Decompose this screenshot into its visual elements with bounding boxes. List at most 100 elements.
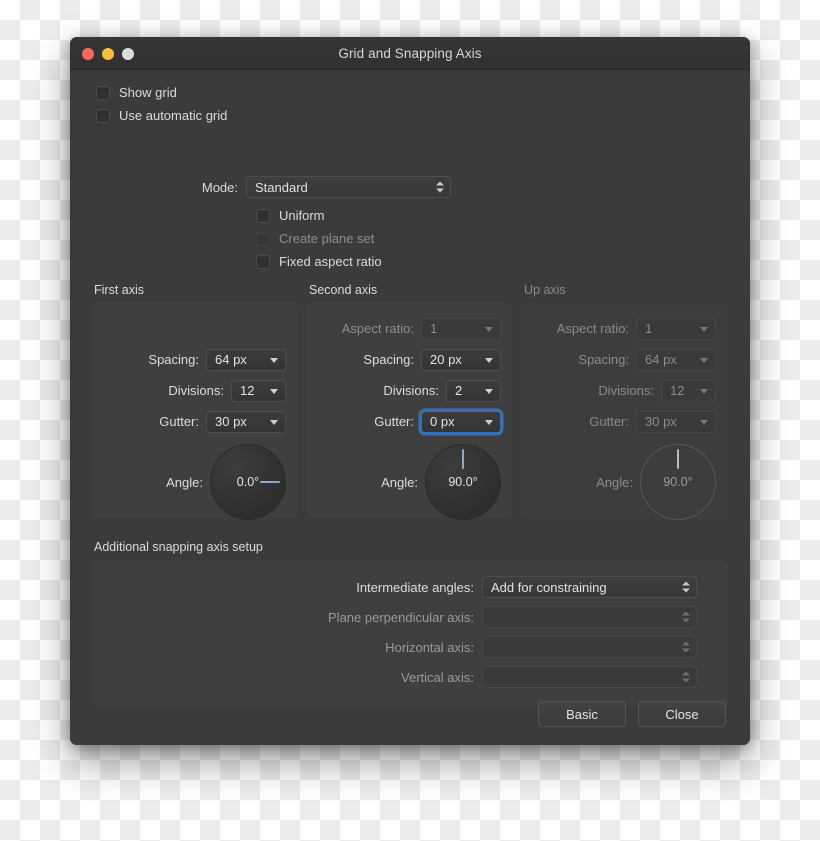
chevron-up-icon (682, 581, 690, 586)
stepper-arrows-icon[interactable] (436, 181, 444, 193)
first-divisions-row: Divisions: 12 (92, 375, 297, 406)
field-label: Angle: (381, 474, 418, 490)
chevron-down-icon[interactable] (270, 388, 278, 394)
basic-button[interactable]: Basic (538, 701, 626, 727)
checkbox-fixed-aspect-ratio[interactable]: Fixed aspect ratio (256, 250, 382, 273)
minimize-icon[interactable] (102, 48, 114, 60)
second-spacing-row: Spacing: 20 px (307, 344, 512, 375)
stepper-arrows-icon[interactable] (682, 671, 690, 683)
checkbox-label: Uniform (279, 208, 325, 223)
mode-select-value: Standard (255, 179, 308, 195)
second-divisions-select[interactable]: 2 (446, 379, 501, 402)
close-icon[interactable] (82, 48, 94, 60)
checkbox-create-plane-set: Create plane set (256, 227, 382, 250)
plane-perpendicular-axis-select[interactable] (482, 606, 697, 628)
chevron-down-icon[interactable] (270, 357, 278, 363)
select-value: 30 px (645, 414, 677, 429)
vertical-axis-row: Vertical axis: (92, 662, 728, 692)
checkbox-label: Create plane set (279, 231, 375, 246)
checkbox-label: Fixed aspect ratio (279, 254, 382, 269)
chevron-down-icon (700, 419, 708, 425)
second-angle-dial[interactable]: 90.0° (425, 444, 501, 520)
dial-value: 90.0° (448, 475, 478, 489)
second-gutter-select[interactable]: 0 px (421, 410, 501, 433)
field-label: Spacing: (363, 352, 414, 367)
axis-columns: First axis Aspect ratio: 1 Spacing: 64 p… (92, 283, 728, 520)
axis-group-title: First axis (94, 283, 144, 297)
checkbox-show-grid[interactable]: Show grid (96, 81, 227, 104)
checkbox-label: Show grid (119, 85, 177, 100)
chevron-down-icon[interactable] (485, 388, 493, 394)
select-value: 0 px (430, 414, 455, 429)
field-label: Vertical axis: (401, 669, 474, 685)
first-angle-dial[interactable]: 0.0° (210, 444, 286, 520)
additional-setup-title: Additional snapping axis setup (94, 540, 263, 554)
dial-needle-icon (462, 449, 464, 469)
window-controls (82, 48, 134, 60)
field-label: Divisions: (168, 383, 224, 398)
field-label: Gutter: (589, 414, 629, 429)
select-value: 64 px (645, 352, 677, 367)
chevron-down-icon[interactable] (485, 357, 493, 363)
up-spacing-row: Spacing: 64 px (522, 344, 727, 375)
chevron-down-icon[interactable] (485, 419, 493, 425)
horizontal-axis-select[interactable] (482, 636, 697, 658)
axis-group-second: Second axis Aspect ratio: 1 Spacing: 20 … (307, 283, 512, 520)
select-value: 1 (645, 321, 653, 336)
chevron-down-icon[interactable] (270, 419, 278, 425)
axis-group-title: Up axis (524, 283, 566, 297)
chevron-down-icon (485, 326, 493, 332)
mode-options-group: Uniform Create plane set Fixed aspect ra… (256, 204, 382, 273)
dial-value: 90.0° (663, 475, 693, 489)
mode-select[interactable]: Standard (246, 176, 451, 198)
select-value: 64 px (215, 352, 247, 367)
chevron-down-icon (436, 188, 444, 193)
axis-group-box: Aspect ratio: 1 Spacing: 20 px Divisions… (307, 303, 512, 520)
select-value: 2 (455, 383, 463, 398)
first-divisions-select[interactable]: 12 (231, 379, 286, 402)
chevron-down-icon (682, 648, 690, 653)
field-label: Spacing: (148, 352, 199, 367)
zoom-icon[interactable] (122, 48, 134, 60)
up-divisions-select: 12 (661, 379, 716, 402)
checkbox-box-icon[interactable] (256, 208, 270, 223)
axis-group-first: First axis Aspect ratio: 1 Spacing: 64 p… (92, 283, 297, 520)
checkbox-uniform[interactable]: Uniform (256, 204, 382, 227)
select-value: 12 (670, 383, 685, 398)
select-value: 20 px (430, 352, 462, 367)
field-label: Intermediate angles: (356, 579, 474, 595)
select-value: Add for constraining (491, 579, 607, 595)
axis-group-title: Second axis (309, 283, 378, 297)
second-gutter-row: Gutter: 0 px (307, 406, 512, 437)
chevron-up-icon (682, 611, 690, 616)
stepper-arrows-icon[interactable] (682, 581, 690, 593)
stepper-arrows-icon[interactable] (682, 611, 690, 623)
first-gutter-select[interactable]: 30 px (206, 410, 286, 433)
stepper-arrows-icon[interactable] (682, 641, 690, 653)
second-divisions-row: Divisions: 2 (307, 375, 512, 406)
window-titlebar: Grid and Snapping Axis (70, 37, 750, 70)
checkbox-box-icon[interactable] (96, 108, 110, 123)
second-spacing-select[interactable]: 20 px (421, 348, 501, 371)
up-aspect-ratio-select: 1 (636, 317, 716, 340)
chevron-up-icon (682, 671, 690, 676)
first-spacing-select[interactable]: 64 px (206, 348, 286, 371)
checkbox-use-automatic-grid[interactable]: Use automatic grid (96, 104, 227, 127)
vertical-axis-select[interactable] (482, 666, 697, 688)
chevron-down-icon (700, 326, 708, 332)
close-button[interactable]: Close (638, 701, 726, 727)
chevron-down-icon (682, 618, 690, 623)
second-angle-row: Angle: 90.0° (307, 439, 512, 525)
checkbox-box-icon[interactable] (96, 85, 110, 100)
horizontal-axis-row: Horizontal axis: (92, 632, 728, 662)
field-label: Aspect ratio: (341, 321, 414, 336)
checkbox-box-icon[interactable] (256, 254, 270, 269)
first-gutter-row: Gutter: 30 px (92, 406, 297, 437)
chevron-up-icon (436, 181, 444, 186)
intermediate-angles-row: Intermediate angles: Add for constrainin… (92, 572, 728, 602)
field-label: Plane perpendicular axis: (328, 609, 474, 625)
chevron-down-icon (700, 388, 708, 394)
intermediate-angles-select[interactable]: Add for constraining (482, 576, 697, 598)
dialog-footer: Basic Close (538, 701, 726, 727)
chevron-down-icon (682, 678, 690, 683)
